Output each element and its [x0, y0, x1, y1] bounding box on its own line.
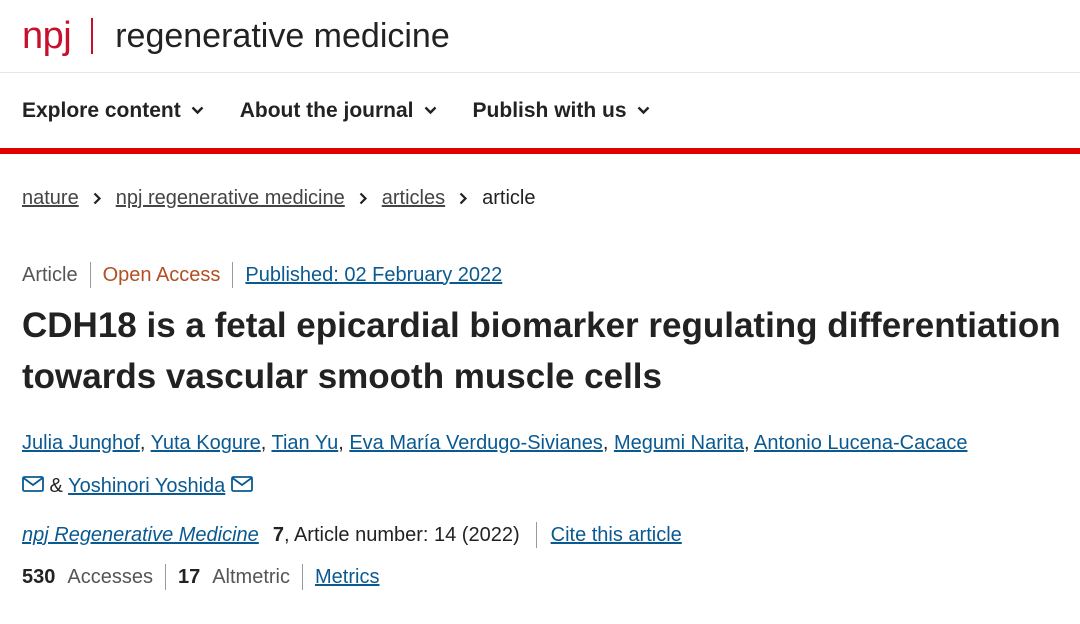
email-icon[interactable]	[22, 465, 44, 508]
author-separator: ,	[139, 432, 151, 454]
author-link[interactable]: Megumi Narita	[614, 432, 744, 454]
chevron-down-icon	[424, 106, 436, 115]
site-header: npj regenerative medicine	[0, 0, 1080, 73]
author-separator: ,	[743, 432, 754, 454]
author-link[interactable]: Eva María Verdugo-Sivianes	[349, 432, 602, 454]
author-list: Julia Junghof, Yuta Kogure, Tian Yu, Eva…	[22, 422, 1058, 508]
author-link[interactable]: Julia Junghof	[22, 432, 140, 454]
citation-line: npj Regenerative Medicine 7 , Article nu…	[0, 522, 1080, 549]
author-separator: ,	[602, 432, 614, 454]
altmetric-count: 17	[177, 565, 201, 588]
article-type: Article	[22, 263, 78, 286]
divider	[232, 262, 234, 288]
metrics-link[interactable]: Metrics	[315, 566, 379, 589]
chevron-right-icon	[359, 192, 368, 205]
logo-npj[interactable]: npj	[22, 15, 72, 58]
author-link[interactable]: Antonio Lucena-Cacace	[754, 432, 967, 454]
author-separator: ,	[338, 432, 350, 454]
divider	[302, 564, 304, 591]
main-nav: Explore content About the journal Publis…	[0, 73, 1080, 148]
breadcrumb-journal[interactable]: npj regenerative medicine	[116, 187, 345, 210]
logo-divider	[91, 18, 94, 54]
chevron-down-icon	[191, 106, 204, 115]
accesses-label: Accesses	[67, 565, 153, 588]
author-separator: ,	[260, 432, 272, 454]
cite-article-link[interactable]: Cite this article	[551, 524, 682, 547]
metrics-bar: 530 Accesses 17 Altmetric Metrics	[0, 564, 1080, 591]
divider	[89, 262, 91, 288]
nav-label: Publish with us	[472, 98, 627, 122]
chevron-right-icon	[459, 192, 468, 205]
brand-red-bar	[0, 148, 1080, 154]
article-number: , Article number: 14 (2022)	[283, 523, 520, 546]
accesses-count: 530	[22, 565, 56, 588]
author-link[interactable]: Tian Yu	[272, 432, 339, 454]
breadcrumb-current: article	[482, 187, 536, 209]
nav-about-journal[interactable]: About the journal	[240, 99, 437, 123]
divider	[164, 564, 166, 591]
nav-publish-with-us[interactable]: Publish with us	[473, 99, 650, 123]
chevron-down-icon	[637, 106, 649, 115]
breadcrumb-nature[interactable]: nature	[22, 187, 79, 210]
altmetric-label: Altmetric	[212, 565, 291, 588]
open-access-badge: Open Access	[102, 263, 221, 286]
email-icon[interactable]	[230, 465, 253, 508]
nav-label: About the journal	[239, 98, 414, 122]
breadcrumb: nature npj regenerative medicine article…	[0, 187, 1080, 210]
published-date-link[interactable]: Published: 02 February 2022	[245, 264, 502, 287]
volume-number: 7	[272, 523, 284, 546]
nav-explore-content[interactable]: Explore content	[22, 99, 204, 123]
article-meta: Article Open Access Published: 02 Februa…	[0, 262, 1080, 288]
journal-link[interactable]: npj Regenerative Medicine	[22, 524, 259, 547]
journal-logo-name[interactable]: regenerative medicine	[115, 17, 450, 56]
breadcrumb-articles[interactable]: articles	[382, 187, 445, 210]
article-title: CDH18 is a fetal epicardial biomarker re…	[22, 306, 1061, 396]
author-and: &	[44, 475, 69, 497]
author-link[interactable]: Yuta Kogure	[151, 432, 261, 454]
nav-label: Explore content	[22, 98, 181, 122]
chevron-right-icon	[93, 192, 102, 205]
author-link[interactable]: Yoshinori Yoshida	[68, 475, 225, 497]
divider	[535, 522, 537, 549]
